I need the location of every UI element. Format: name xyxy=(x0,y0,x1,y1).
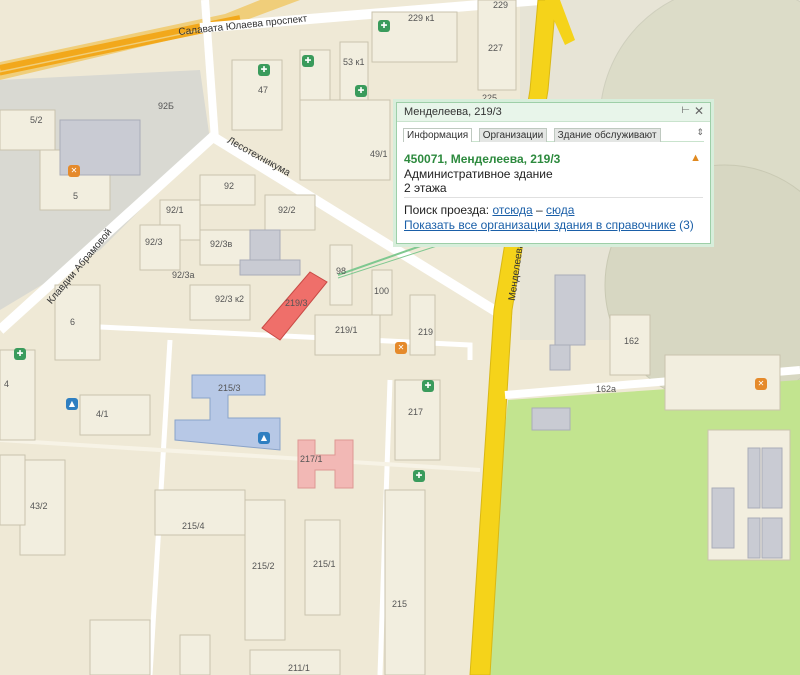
restaurant-icon[interactable]: ✕ xyxy=(68,165,80,177)
shop-icon[interactable]: ✚ xyxy=(355,85,367,97)
building-label: 215/1 xyxy=(313,559,336,569)
shop-icon[interactable]: ✚ xyxy=(413,470,425,482)
building-label: 92/3в xyxy=(210,239,233,249)
building-label: 219 xyxy=(418,327,434,337)
all-orgs-count: (3) xyxy=(679,218,694,232)
building-label: 219/1 xyxy=(335,325,358,335)
building-label: 49/1 xyxy=(370,149,388,159)
shop-icon[interactable]: ✚ xyxy=(302,55,314,67)
shop-icon[interactable]: ✚ xyxy=(14,348,26,360)
building-label: 92/2 xyxy=(278,205,296,215)
tabs-more-icon[interactable]: ⇕ xyxy=(696,127,704,138)
building-type: Административное здание xyxy=(404,167,553,181)
tab-info[interactable]: Информация xyxy=(403,128,473,142)
school-icon[interactable]: ▲ xyxy=(258,432,270,444)
building-label: 92/1 xyxy=(166,205,184,215)
building-label: 92/3 xyxy=(145,237,163,247)
popup-header: Менделеева, 219/3 ⊢ ✕ xyxy=(397,103,710,122)
building-label: 215/3 xyxy=(218,383,241,393)
building-label: 98 xyxy=(336,266,347,276)
tab-organizations[interactable]: Организации xyxy=(478,128,548,142)
popup-title: Менделеева, 219/3 xyxy=(404,106,502,118)
route-label: Поиск проезда: xyxy=(404,203,490,217)
map-canvas[interactable]: Салавата Юлаева проспект Лесотехникума К… xyxy=(0,0,800,675)
building-label: 92Б xyxy=(158,101,174,111)
tab-serviced-by[interactable]: Здание обслуживают xyxy=(553,128,661,142)
route-from-link[interactable]: отсюда xyxy=(492,203,532,217)
restaurant-icon[interactable]: ✕ xyxy=(395,342,407,354)
popup-tabs: Информация Организации Здание обслуживаю… xyxy=(403,125,704,142)
building-label: 162а xyxy=(596,384,617,394)
building-label: 217/1 xyxy=(300,454,323,464)
pin-icon[interactable]: ⊢ xyxy=(681,105,690,116)
building-label: 47 xyxy=(258,85,269,95)
building-label: 229 к1 xyxy=(408,13,435,23)
building-floors: 2 этажа xyxy=(404,181,447,195)
info-popup: Менделеева, 219/3 ⊢ ✕ Информация Организ… xyxy=(396,102,711,244)
route-to-link[interactable]: сюда xyxy=(546,203,574,217)
building-label: 215/2 xyxy=(252,561,275,571)
building-label: 217 xyxy=(408,407,424,417)
divider xyxy=(404,197,703,198)
warning-icon[interactable]: ▲ xyxy=(690,152,701,164)
building-label: 162 xyxy=(624,336,640,346)
building-label: 5 xyxy=(73,191,79,201)
building-label: 227 xyxy=(488,43,504,53)
building-label: 229 xyxy=(493,0,509,10)
building-label: 92/3 к2 xyxy=(215,294,244,304)
close-icon[interactable]: ✕ xyxy=(694,104,704,118)
building-label: 5/2 xyxy=(30,115,43,125)
building-label: 211/1 xyxy=(288,663,310,673)
building-label: 4 xyxy=(4,379,10,389)
building-label: 4/1 xyxy=(96,409,109,419)
shop-icon[interactable]: ✚ xyxy=(378,20,390,32)
building-label-highlighted: 219/3 xyxy=(285,298,308,308)
building-label: 92 xyxy=(224,181,235,191)
building-label: 43/2 xyxy=(30,501,48,511)
route-dash: – xyxy=(535,203,543,217)
building-label: 92/3а xyxy=(172,270,195,280)
school-icon[interactable]: ▲ xyxy=(66,398,78,410)
building-label: 53 к1 xyxy=(343,57,365,67)
building-label: 100 xyxy=(374,286,390,296)
shop-icon[interactable]: ✚ xyxy=(258,64,270,76)
building-label: 215 xyxy=(392,599,408,609)
route-search: Поиск проезда: отсюда – сюда xyxy=(404,203,574,217)
building-address: 450071, Менделеева, 219/3 xyxy=(404,152,561,166)
restaurant-icon[interactable]: ✕ xyxy=(755,378,767,390)
shop-icon[interactable]: ✚ xyxy=(422,380,434,392)
building-label: 6 xyxy=(70,317,76,327)
all-orgs-link[interactable]: Показать все организации здания в справо… xyxy=(404,218,676,232)
all-orgs: Показать все организации здания в справо… xyxy=(404,218,694,232)
building-label: 215/4 xyxy=(182,521,205,531)
